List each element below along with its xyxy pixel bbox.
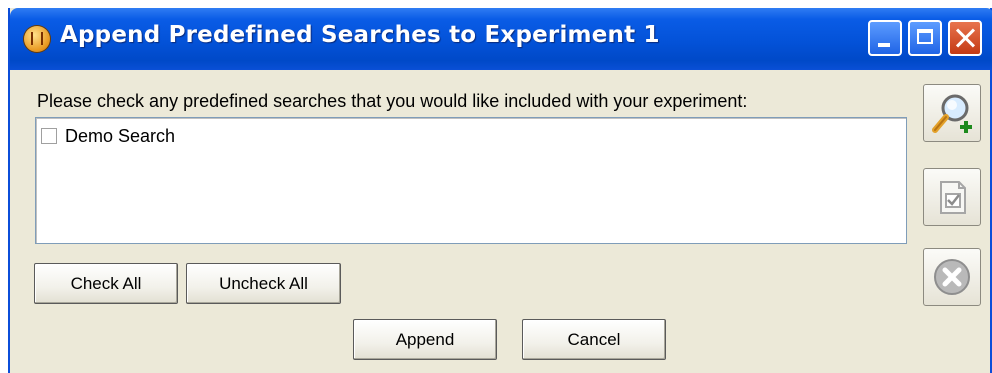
cancel-button[interactable]: Cancel <box>522 319 666 360</box>
dialog-window: Append Predefined Searches to Experiment… <box>8 8 992 373</box>
remove-search-button[interactable] <box>923 248 981 306</box>
predefined-search-list[interactable]: Demo Search <box>35 117 907 244</box>
checkbox[interactable] <box>41 128 57 144</box>
title-bar[interactable]: Append Predefined Searches to Experiment… <box>10 8 992 70</box>
document-check-icon <box>940 181 966 214</box>
minimize-button[interactable] <box>868 20 902 56</box>
edit-search-button[interactable] <box>923 168 981 226</box>
list-item[interactable]: Demo Search <box>41 125 175 147</box>
remove-circle-icon <box>934 259 970 295</box>
append-button[interactable]: Append <box>353 319 497 360</box>
app-icon <box>24 26 50 52</box>
magnifier-add-icon <box>932 94 972 133</box>
maximize-button[interactable] <box>908 20 942 56</box>
uncheck-all-button[interactable]: Uncheck All <box>186 263 341 304</box>
check-all-button[interactable]: Check All <box>34 263 178 304</box>
instruction-text: Please check any predefined searches tha… <box>37 91 748 111</box>
search-label: Demo Search <box>65 125 176 146</box>
close-button[interactable] <box>948 20 982 56</box>
window-title: Append Predefined Searches to Experiment… <box>60 22 660 48</box>
add-search-button[interactable] <box>923 84 981 142</box>
